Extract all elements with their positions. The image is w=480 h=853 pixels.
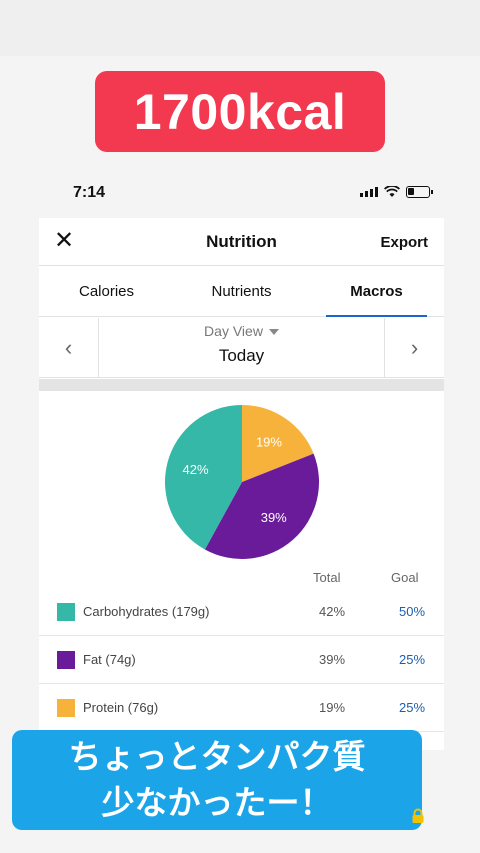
macro-row-carbohydrates: Carbohydrates (179g) 42% 50% xyxy=(39,588,444,636)
fat-swatch xyxy=(57,651,75,669)
macro-goal: 25% xyxy=(399,652,426,667)
carbohydrates-swatch xyxy=(57,603,75,621)
lock-icon xyxy=(412,808,424,823)
export-button[interactable]: Export xyxy=(380,234,428,251)
story-background xyxy=(0,0,480,56)
total-header: Total xyxy=(313,570,341,585)
macro-goal: 50% xyxy=(399,604,426,619)
pie-label-protein: 19% xyxy=(256,434,282,449)
nav-bar: ✕ Nutrition Export xyxy=(39,218,444,266)
battery-icon xyxy=(406,186,433,198)
status-icons xyxy=(360,186,433,198)
kcal-badge: 1700kcal xyxy=(95,71,385,152)
macro-label: Carbohydrates (179g) xyxy=(83,604,210,619)
macro-label: Fat (74g) xyxy=(83,652,136,667)
status-bar: 7:14 xyxy=(39,170,444,218)
macro-total: 42% xyxy=(319,604,346,619)
tab-nutrients[interactable]: Nutrients xyxy=(174,267,309,316)
tab-calories[interactable]: Calories xyxy=(39,267,174,316)
wifi-icon xyxy=(384,186,400,197)
macro-label: Protein (76g) xyxy=(83,700,159,715)
previous-day-button[interactable]: ‹ xyxy=(39,318,99,378)
story-caption: ちょっとタンパク質 少なかったー！ xyxy=(12,730,422,830)
caption-line-2: 少なかったー！ xyxy=(67,780,367,826)
macros-pie-chart: 19% 39% 42% xyxy=(165,405,319,559)
tab-bar: Calories Nutrients Macros xyxy=(39,267,444,317)
tab-macros[interactable]: Macros xyxy=(309,267,444,317)
chevron-right-icon: › xyxy=(410,335,419,360)
caption-line-1: ちょっとタンパク質 xyxy=(68,738,366,775)
goal-header: Goal xyxy=(391,570,419,585)
status-time: 7:14 xyxy=(73,184,106,201)
date-label: Today xyxy=(218,346,265,365)
chevron-left-icon: ‹ xyxy=(64,335,73,360)
macro-goal: 25% xyxy=(399,700,426,715)
section-divider xyxy=(39,379,444,391)
macro-total: 39% xyxy=(319,652,346,667)
next-day-button[interactable]: › xyxy=(384,318,444,378)
day-view-dropdown[interactable]: Day View xyxy=(99,323,384,339)
macro-row-fat: Fat (74g) 39% 25% xyxy=(39,636,444,684)
macro-total: 19% xyxy=(319,700,346,715)
caret-down-icon xyxy=(268,329,279,336)
macro-row-protein: Protein (76g) 19% 25% xyxy=(39,684,444,732)
day-view-label: Day View xyxy=(204,323,263,339)
pie-label-fat: 39% xyxy=(261,510,287,525)
signal-icon xyxy=(360,187,378,197)
app-screenshot: 7:14 ✕ Nutrition Export Calories Nutrien… xyxy=(39,170,444,750)
day-selector: ‹ Day View Today › xyxy=(39,318,444,378)
pie-label-carbohydrates: 42% xyxy=(182,462,208,477)
protein-swatch xyxy=(57,699,75,717)
table-header: Total Goal xyxy=(39,570,444,590)
